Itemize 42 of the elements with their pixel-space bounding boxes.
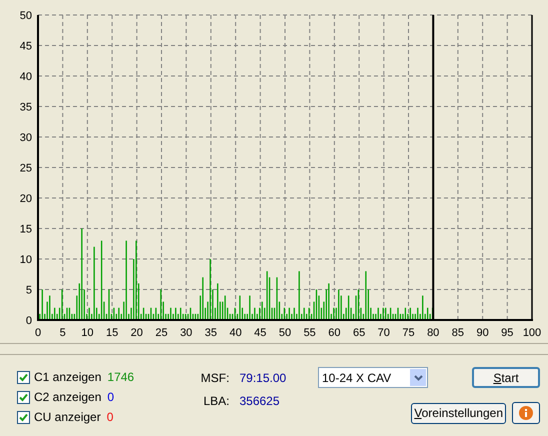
- x-tick-label: 0: [34, 327, 42, 339]
- x-tick-label: 70: [378, 327, 390, 339]
- y-tick-label: 15: [20, 224, 32, 236]
- y-tick-label: 25: [20, 162, 32, 174]
- readout-value: 356625: [239, 393, 281, 410]
- y-tick-label: 0: [26, 315, 32, 327]
- readout-label: MSF:: [200, 370, 230, 387]
- x-tick-label: 60: [328, 327, 341, 339]
- x-tick-label: 100: [522, 327, 542, 339]
- y-tick-label: 35: [20, 102, 32, 114]
- count-value: 1746: [107, 369, 134, 386]
- option-label: C1 anzeigen: [34, 369, 102, 386]
- count-value: 0: [107, 389, 114, 406]
- x-tick-label: 80: [427, 327, 440, 339]
- x-tick-label: 65: [352, 327, 366, 339]
- option-label: C2 anzeigen: [34, 389, 102, 406]
- x-tick-label: 85: [452, 327, 464, 339]
- x-tick-label: 75: [402, 327, 415, 339]
- x-tick-label: 40: [229, 327, 242, 339]
- x-tick-label: 25: [155, 327, 168, 339]
- x-tick-label: 35: [204, 327, 218, 339]
- x-tick-label: 30: [180, 327, 192, 339]
- x-tick-label: 55: [304, 327, 316, 339]
- y-tick-label: 30: [20, 132, 32, 144]
- y-tick-label: 20: [20, 193, 32, 205]
- option-label: CU anzeiger: [34, 409, 101, 426]
- x-tick-label: 20: [130, 327, 143, 339]
- x-tick-label: 10: [81, 327, 94, 339]
- x-tick-label: 50: [278, 327, 292, 339]
- y-tick-label: 40: [20, 71, 32, 83]
- readout-value: 79:15.00: [239, 370, 288, 387]
- y-tick-label: 45: [20, 40, 32, 52]
- x-tick-label: 90: [476, 327, 489, 339]
- count-value: 0: [106, 409, 114, 426]
- x-tick-label: 15: [106, 327, 118, 339]
- y-tick-label: 50: [20, 10, 32, 22]
- y-tick-label: 5: [26, 284, 32, 296]
- x-tick-label: 45: [254, 327, 266, 339]
- readout-label: LBA:: [202, 393, 230, 410]
- y-tick-label: 10: [20, 254, 32, 266]
- x-tick-label: 5: [60, 327, 66, 339]
- x-tick-label: 95: [501, 327, 514, 339]
